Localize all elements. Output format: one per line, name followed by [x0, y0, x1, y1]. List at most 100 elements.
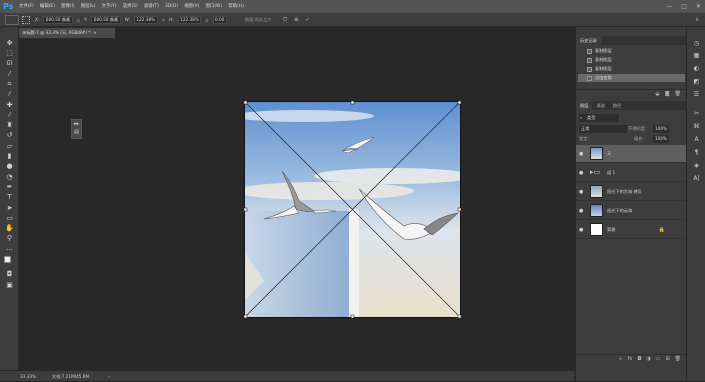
- tab-channels[interactable]: 通道: [592, 101, 608, 110]
- h-input[interactable]: 122.38%: [177, 15, 202, 24]
- 3d-icon[interactable]: ◈: [691, 161, 702, 170]
- zoom-level[interactable]: 33.33%: [20, 371, 36, 382]
- link-icon[interactable]: ∞: [162, 13, 166, 27]
- dodge-tool-icon[interactable]: ◔: [4, 173, 15, 182]
- layer-row[interactable]: ● 阳光下的云海: [576, 202, 687, 220]
- w-input[interactable]: 122.38%: [133, 15, 158, 24]
- more-tools-icon[interactable]: …: [4, 244, 15, 253]
- blur-tool-icon[interactable]: ●: [4, 162, 15, 171]
- angle-input[interactable]: 0.00: [212, 15, 227, 24]
- history-panel-icon[interactable]: ◷: [691, 39, 702, 48]
- interpolation-select[interactable]: 插值:两次立方: [245, 13, 272, 27]
- zoom-tool-icon[interactable]: ⚲: [4, 234, 15, 243]
- visibility-eye-icon[interactable]: ●: [579, 170, 583, 176]
- move-tool-icon[interactable]: ✥: [4, 39, 15, 48]
- layer-row[interactable]: ● 背景 🔒: [576, 221, 687, 239]
- reference-point-icon[interactable]: [22, 15, 30, 24]
- gradient-tool-icon[interactable]: ▮: [4, 152, 15, 161]
- adjustments-icon[interactable]: ◩: [691, 77, 702, 86]
- link-layers-icon[interactable]: ∞: [618, 355, 622, 363]
- trash-icon[interactable]: 🗑: [675, 90, 681, 98]
- path-select-icon[interactable]: ➤: [4, 204, 15, 213]
- adjustment-layer-icon[interactable]: ◑: [646, 355, 650, 363]
- commit-transform-button[interactable]: ✓: [305, 17, 309, 23]
- close-tab-icon[interactable]: ×: [93, 30, 97, 35]
- menu-item[interactable]: 视图(V): [184, 0, 199, 13]
- opacity-input[interactable]: 100%: [653, 125, 669, 133]
- marquee-tool-icon[interactable]: ⬚: [4, 49, 15, 58]
- menu-item[interactable]: 3D(D): [165, 0, 178, 13]
- warp-icon[interactable]: ⛉: [283, 17, 287, 23]
- layer-filter-input[interactable]: ⌕ 类型: [579, 114, 619, 122]
- blend-mode-select[interactable]: 正常: [579, 125, 627, 133]
- close-button[interactable]: ✕: [696, 0, 701, 13]
- new-group-icon[interactable]: ▭: [656, 355, 661, 363]
- paragraph-icon[interactable]: ¶: [691, 148, 702, 157]
- menu-item[interactable]: 文字(Y): [102, 0, 117, 13]
- eyedropper-icon[interactable]: ⁄: [4, 90, 15, 99]
- history-item[interactable]: 复制图层: [578, 47, 685, 55]
- expand-icon[interactable]: ▸▸: [72, 120, 81, 128]
- eraser-icon[interactable]: ▱: [4, 142, 15, 151]
- history-item[interactable]: 复制图层: [578, 56, 685, 64]
- hand-tool-icon[interactable]: ✋: [4, 224, 15, 233]
- snapshot-icon[interactable]: ◒: [655, 90, 659, 98]
- menu-item[interactable]: 帮助(H): [228, 0, 244, 13]
- floating-tool-widget[interactable]: ▸▸ ▤: [71, 119, 82, 139]
- minimize-button[interactable]: —: [666, 0, 672, 13]
- properties-icon[interactable]: ☰: [691, 90, 702, 99]
- menu-item[interactable]: 图像(I): [61, 0, 75, 13]
- y-input[interactable]: 600.50 像素: [91, 15, 121, 24]
- crop-tool-icon[interactable]: ⌗: [4, 80, 15, 89]
- layer-row[interactable]: ● 阳光下的大海 拷贝: [576, 183, 687, 201]
- menu-item[interactable]: 编辑(E): [40, 0, 55, 13]
- visibility-eye-icon[interactable]: ●: [579, 227, 583, 233]
- brush-tool-icon[interactable]: ⁄: [4, 111, 15, 120]
- fill-input[interactable]: 100%: [653, 135, 669, 143]
- screen-mode-icon[interactable]: ▣: [4, 281, 15, 290]
- new-layer-icon[interactable]: ⊞: [665, 355, 669, 363]
- color-icon[interactable]: ◐: [691, 64, 702, 73]
- tab-layers[interactable]: 图层: [576, 101, 593, 110]
- menu-item[interactable]: 窗口(W): [206, 0, 223, 13]
- tab-paths[interactable]: 路径: [609, 101, 625, 110]
- rectangle-tool-icon[interactable]: ▭: [4, 214, 15, 223]
- tool-preset-icon[interactable]: [5, 14, 19, 25]
- visibility-eye-icon[interactable]: ●: [579, 208, 583, 214]
- maximize-button[interactable]: □: [681, 0, 687, 13]
- lasso-tool-icon[interactable]: ᘏ: [4, 59, 15, 68]
- visibility-eye-icon[interactable]: ●: [579, 151, 583, 157]
- quick-mask-icon[interactable]: ◘: [4, 270, 15, 279]
- layer-row[interactable]: ● 天: [576, 145, 687, 163]
- glyphs-icon[interactable]: A|: [691, 174, 702, 183]
- type-tool-icon[interactable]: T: [4, 193, 15, 202]
- delete-layer-icon[interactable]: 🗑: [675, 355, 681, 363]
- foreground-color-swatch[interactable]: [4, 256, 11, 263]
- character-icon[interactable]: A: [691, 135, 702, 144]
- status-menu-arrow[interactable]: ›: [108, 371, 110, 382]
- history-item[interactable]: 自由变换: [578, 74, 685, 82]
- add-mask-icon[interactable]: ◘: [637, 355, 641, 363]
- x-input[interactable]: 600.50 像素: [43, 15, 73, 24]
- cancel-transform-button[interactable]: ⊘: [294, 17, 298, 23]
- brush-settings-icon[interactable]: ✂: [691, 109, 702, 118]
- clone-source-icon[interactable]: ⌘: [691, 122, 702, 131]
- history-brush-icon[interactable]: ↺: [4, 131, 15, 140]
- swatches-icon[interactable]: ▦: [691, 51, 702, 60]
- layer-row[interactable]: ● ▸▭ 组 1: [576, 164, 687, 182]
- quick-select-icon[interactable]: ⁄: [4, 70, 15, 79]
- search-icon[interactable]: ⌕: [696, 16, 699, 24]
- menu-item[interactable]: 滤镜(T): [144, 0, 159, 13]
- healing-brush-icon[interactable]: ✚: [4, 101, 15, 110]
- pen-tool-icon[interactable]: ✒: [4, 183, 15, 192]
- menu-item[interactable]: 图层(L): [81, 0, 96, 13]
- stamp-tool-icon[interactable]: ♜: [4, 121, 15, 130]
- document-tab[interactable]: 未标题-1 @ 33.3% (天, RGB/8#) * ×: [19, 28, 115, 38]
- menu-item[interactable]: 文件(F): [19, 0, 34, 13]
- document-canvas[interactable]: [244, 101, 461, 318]
- tab-history[interactable]: 历史记录: [576, 36, 601, 45]
- fx-icon[interactable]: fx: [628, 355, 633, 363]
- properties-icon[interactable]: ▤: [72, 128, 81, 136]
- camera-icon[interactable]: ◙: [665, 90, 670, 98]
- menu-item[interactable]: 选择(S): [123, 0, 138, 13]
